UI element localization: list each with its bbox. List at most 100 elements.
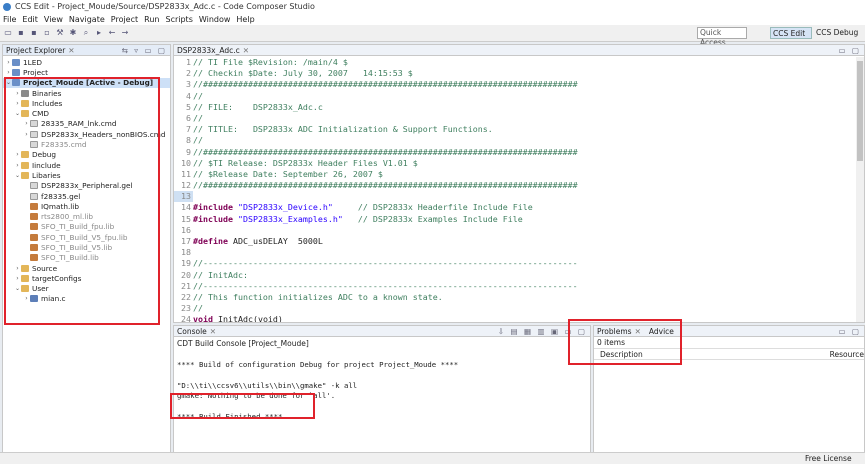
menu-item-navigate[interactable]: Navigate	[69, 15, 105, 24]
print-icon[interactable]: ▫	[42, 28, 52, 38]
code-token: //######################################…	[193, 79, 578, 90]
scrollbar-thumb[interactable]	[857, 61, 863, 161]
console-panel: Console ✕ ⇩ ▤ ▦ ▥ ▣ ▭ ▢ CDT Build Consol…	[170, 325, 591, 458]
line-number: 8	[186, 135, 191, 146]
forward-icon[interactable]: →	[120, 28, 130, 38]
ccs-app-icon	[3, 2, 11, 11]
code-line[interactable]: 20// InitAdc:	[174, 270, 858, 281]
save-all-icon[interactable]: ▪	[29, 28, 39, 38]
perspective-ccs-debug[interactable]: CCS Debug	[814, 27, 862, 39]
code-line[interactable]: 23//	[174, 303, 858, 314]
close-icon[interactable]: ✕	[68, 46, 74, 55]
menu-item-view[interactable]: View	[44, 15, 63, 24]
code-line[interactable]: 6//	[174, 113, 858, 124]
editor-tab[interactable]: DSP2833x_Adc.c ✕ ▭ ▢	[174, 45, 864, 56]
code-line[interactable]: 15 #include "DSP2833x_Examples.h" // DSP2…	[174, 214, 858, 225]
code-token: #define	[193, 236, 233, 246]
code-token: #include	[193, 202, 238, 213]
console-tab[interactable]: Console ✕ ⇩ ▤ ▦ ▥ ▣ ▭ ▢	[174, 326, 590, 337]
code-line[interactable]: 7// TITLE: DSP2833x ADC Initialization &…	[174, 124, 858, 135]
code-token: //	[193, 90, 203, 101]
code-line[interactable]: 2// Checkin $Date: July 30, 2007 14:15:5…	[174, 68, 858, 79]
close-icon[interactable]: ✕	[243, 46, 249, 55]
menu-item-help[interactable]: Help	[236, 15, 254, 24]
minimize-maximize-icons[interactable]: ▭ ▢	[838, 327, 861, 336]
proj-icon	[12, 68, 20, 76]
line-number: 19	[181, 258, 191, 269]
editor-scrollbar[interactable]	[856, 57, 864, 322]
project-explorer-tab[interactable]: Project Explorer ✕ ⇆ ▿ ▭ ▢	[3, 45, 170, 56]
console-tab-label: Console	[177, 326, 207, 336]
menu-bar: File Edit View Navigate Project Run Scripts Win…	[0, 13, 865, 25]
line-number: 12	[181, 180, 191, 191]
code-line[interactable]: 1// TI File $Revision: /main/4 $	[174, 57, 858, 68]
line-number: 15	[181, 213, 191, 224]
menu-item-file[interactable]: File	[3, 15, 16, 24]
code-token: ADC_usDELAY 5000L	[232, 236, 323, 246]
code-token: #include	[193, 213, 238, 224]
tree-item[interactable]: › 1LED	[3, 57, 170, 67]
maximize-icon[interactable]: ▭ ▢	[838, 46, 861, 55]
code-token: // TITLE: DSP2833x ADC Initialization & …	[193, 124, 493, 135]
code-line[interactable]: 14 #include "DSP2833x_Device.h" // DSP283…	[174, 202, 858, 213]
menu-item-edit[interactable]: Edit	[22, 15, 38, 24]
debug-icon[interactable]: ✱	[68, 28, 78, 38]
save-icon[interactable]: ▪	[16, 28, 26, 38]
line-number: 1	[186, 57, 191, 67]
console-subtitle: CDT Build Console [Project_Moude]	[177, 339, 309, 348]
tree-item-label: 1LED	[23, 57, 42, 67]
code-line[interactable]: 5// FILE: DSP2833x_Adc.c	[174, 102, 858, 113]
search-icon[interactable]: ⌕	[81, 28, 91, 38]
line-number: 21	[181, 280, 191, 291]
line-number: 24	[181, 314, 191, 322]
code-line[interactable]: 18	[174, 247, 858, 258]
menu-item-project[interactable]: Project	[111, 15, 138, 24]
run-icon[interactable]: ▸	[94, 28, 104, 38]
code-line[interactable]: 21//------------------------------------…	[174, 281, 858, 292]
line-number: 11	[181, 168, 191, 179]
menu-item-run[interactable]: Run	[144, 15, 159, 24]
line-number: 5	[186, 101, 191, 112]
code-token: //	[193, 303, 203, 314]
line-number: 10	[181, 157, 191, 168]
code-line[interactable]: 3//#####################################…	[174, 79, 858, 90]
line-number: 4	[186, 90, 191, 101]
code-line[interactable]: 9//#####################################…	[174, 147, 858, 158]
menu-item-scripts[interactable]: Scripts	[165, 15, 192, 24]
window-title: CCS Edit - Project_Moude/Source/DSP2833x…	[15, 2, 315, 11]
code-area[interactable]: 1// TI File $Revision: /main/4 $2// Chec…	[174, 57, 858, 322]
quick-access-input[interactable]: Quick Access	[697, 27, 747, 47]
panel-tools-icons[interactable]: ⇆ ▿ ▭ ▢	[122, 46, 167, 55]
code-line[interactable]: 22// This function initializes ADC to a …	[174, 292, 858, 303]
column-resource[interactable]: Resource	[828, 350, 864, 359]
code-line[interactable]: 12//####################################…	[174, 180, 858, 191]
expand-toggle-icon[interactable]: ›	[5, 69, 12, 76]
code-token: // $Release Date: September 26, 2007 $	[193, 168, 383, 179]
code-line[interactable]: 16	[174, 225, 858, 236]
menu-item-window[interactable]: Window	[199, 15, 231, 24]
perspective-ccs-edit[interactable]: CCS Edit	[770, 27, 812, 39]
code-line[interactable]: 10// $TI Release: DSP2833x Header Files …	[174, 158, 858, 169]
build-icon[interactable]: ⚒	[55, 28, 65, 38]
back-icon[interactable]: ←	[107, 28, 117, 38]
code-line[interactable]: 8//	[174, 135, 858, 146]
code-line[interactable]: 11// $Release Date: September 26, 2007 $	[174, 169, 858, 180]
code-line[interactable]: 19//------------------------------------…	[174, 258, 858, 269]
line-number: 14	[181, 202, 191, 213]
code-line[interactable]: 4//	[174, 91, 858, 102]
code-token: //	[193, 135, 203, 146]
code-token: void	[193, 314, 218, 322]
code-line[interactable]: 24 void InitAdc(void)	[174, 314, 858, 322]
code-token: // DSP2833x Examples Include File	[342, 213, 523, 224]
close-icon[interactable]: ✕	[210, 327, 216, 336]
new-file-icon[interactable]: ▭	[3, 28, 13, 38]
expand-toggle-icon[interactable]: ›	[5, 59, 12, 66]
code-token: // InitAdc:	[193, 269, 248, 280]
line-number: 7	[186, 124, 191, 135]
code-token: // This function initializes ADC to a kn…	[193, 291, 443, 302]
project-explorer-title: Project Explorer	[6, 45, 66, 55]
code-line[interactable]: 13	[174, 191, 858, 203]
console-line: "D:\\ti\\ccsv6\\utils\\bin\\gmake" -k al…	[177, 380, 358, 390]
code-token: // TI File $Revision: /main/4 $	[193, 57, 348, 67]
code-line[interactable]: 17 #define ADC_usDELAY 5000L	[174, 236, 858, 247]
